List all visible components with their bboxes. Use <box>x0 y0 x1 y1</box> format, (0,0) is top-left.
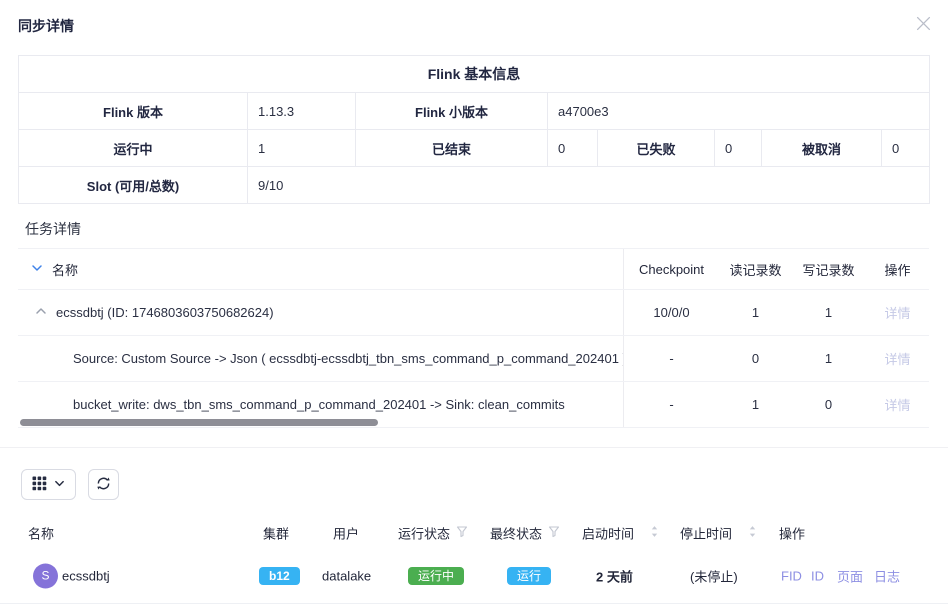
cancelled-value: 0 <box>882 130 930 167</box>
column-settings-button[interactable] <box>21 469 76 500</box>
jobs-col-user: 用户 <box>333 524 359 543</box>
id-link[interactable]: ID <box>811 568 824 583</box>
flink-minor-version-value: a4700e3 <box>548 93 930 130</box>
task-name: bucket_write: dws_tbn_sms_command_p_comm… <box>73 397 565 412</box>
refresh-button[interactable] <box>88 469 119 500</box>
final-status-badge-label: 运行 <box>507 567 551 585</box>
close-icon <box>916 16 931 34</box>
sync-detail-modal: 同步详情 Flink 基本信息 Flink 版本 1.13.3 Flink 小版… <box>0 0 948 611</box>
task-checkpoint: - <box>624 351 719 366</box>
stop-time-sorter-button[interactable] <box>748 525 757 542</box>
cluster-badge-label: b12 <box>259 567 300 585</box>
jobs-col-name: 名称 <box>28 524 54 543</box>
chevron-down-icon <box>31 262 43 277</box>
flink-info-title: Flink 基本信息 <box>19 56 930 93</box>
jobs-col-start-time[interactable]: 启动时间 <box>582 524 659 543</box>
task-section-title: 任务详情 <box>25 219 81 239</box>
refresh-icon <box>96 476 111 494</box>
task-row: Source: Custom Source -> Json ( ecssdbtj… <box>18 336 929 382</box>
flink-info-table: Flink 基本信息 Flink 版本 1.13.3 Flink 小版本 a47… <box>18 55 930 204</box>
sorter-icon <box>650 525 659 542</box>
run-status-badge: 运行中 <box>408 567 464 585</box>
task-detail-link[interactable]: 详情 <box>884 398 910 413</box>
horizontal-scrollbar[interactable] <box>20 419 378 426</box>
grid-icon <box>32 476 47 494</box>
task-checkpoint: 10/0/0 <box>624 305 719 320</box>
jobs-table-header: 名称 集群 用户 运行状态 最终状态 启动时间 <box>0 518 948 548</box>
task-write-count: 1 <box>792 305 865 320</box>
task-detail-link[interactable]: 详情 <box>884 306 910 321</box>
jobs-col-actions: 操作 <box>779 524 805 543</box>
log-link[interactable]: 日志 <box>874 566 900 585</box>
filter-icon <box>456 526 468 541</box>
task-col-write: 写记录数 <box>792 260 865 279</box>
task-name: Source: Custom Source -> Json ( ecssdbtj… <box>73 351 623 366</box>
task-col-action: 操作 <box>865 260 930 279</box>
expand-all-button[interactable] <box>30 262 44 276</box>
flink-minor-version-label: Flink 小版本 <box>356 93 548 130</box>
cluster-badge: b12 <box>259 567 300 585</box>
jobs-col-stop-time[interactable]: 停止时间 <box>680 524 757 543</box>
task-table-header: 名称 Checkpoint 读记录数 写记录数 操作 <box>18 248 929 290</box>
task-col-read: 读记录数 <box>719 260 792 279</box>
task-row: ecssdbtj (ID: 1746803603750682624) 10/0/… <box>18 290 929 336</box>
task-checkpoint: - <box>624 397 719 412</box>
close-button[interactable] <box>912 14 934 36</box>
running-value: 1 <box>248 130 356 167</box>
jobs-col-run-status-label: 运行状态 <box>398 524 450 543</box>
avatar: S <box>33 563 58 588</box>
chevron-down-icon <box>54 477 65 492</box>
run-status-badge-label: 运行中 <box>408 567 464 585</box>
task-read-count: 1 <box>719 397 792 412</box>
job-user: datalake <box>322 568 371 583</box>
jobs-col-final-status-label: 最终状态 <box>490 524 542 543</box>
task-col-checkpoint: Checkpoint <box>624 262 719 277</box>
slot-value: 9/10 <box>248 167 930 204</box>
page-title: 同步详情 <box>18 16 74 36</box>
jobs-col-stop-time-label: 停止时间 <box>680 524 732 543</box>
task-detail-link[interactable]: 详情 <box>884 352 910 367</box>
chevron-up-icon <box>35 305 47 320</box>
task-write-count: 1 <box>792 351 865 366</box>
filter-icon <box>548 526 560 541</box>
job-name: ecssdbtj <box>62 568 110 583</box>
start-time-sorter-button[interactable] <box>650 525 659 542</box>
task-read-count: 1 <box>719 305 792 320</box>
jobs-col-start-time-label: 启动时间 <box>582 524 634 543</box>
run-status-filter-button[interactable] <box>456 526 468 541</box>
task-table: 名称 Checkpoint 读记录数 写记录数 操作 ecssdbtj (ID:… <box>18 248 929 428</box>
final-status-badge: 运行 <box>507 567 551 585</box>
job-row: S ecssdbtj b12 datalake 运行中 运行 2 天前 (未停止… <box>0 548 948 604</box>
running-label: 运行中 <box>19 130 248 167</box>
finished-label: 已结束 <box>356 130 548 167</box>
slot-label: Slot (可用/总数) <box>19 167 248 204</box>
avatar-letter: S <box>41 569 49 583</box>
final-status-filter-button[interactable] <box>548 526 560 541</box>
job-stop-time: (未停止) <box>690 566 738 585</box>
collapse-row-button[interactable] <box>34 306 48 320</box>
jobs-col-cluster: 集群 <box>263 524 289 543</box>
finished-value: 0 <box>548 130 598 167</box>
jobs-col-final-status: 最终状态 <box>490 524 560 543</box>
task-read-count: 0 <box>719 351 792 366</box>
task-col-name: 名称 <box>52 260 78 279</box>
sorter-icon <box>748 525 757 542</box>
cancelled-label: 被取消 <box>762 130 882 167</box>
jobs-col-run-status: 运行状态 <box>398 524 468 543</box>
failed-value: 0 <box>715 130 762 167</box>
section-divider <box>0 447 948 448</box>
task-write-count: 0 <box>792 397 865 412</box>
flink-version-label: Flink 版本 <box>19 93 248 130</box>
fid-link[interactable]: FID <box>781 568 802 583</box>
flink-version-value: 1.13.3 <box>248 93 356 130</box>
failed-label: 已失败 <box>598 130 715 167</box>
job-start-time: 2 天前 <box>596 566 633 585</box>
task-name: ecssdbtj (ID: 1746803603750682624) <box>56 305 274 320</box>
page-link[interactable]: 页面 <box>837 566 863 585</box>
